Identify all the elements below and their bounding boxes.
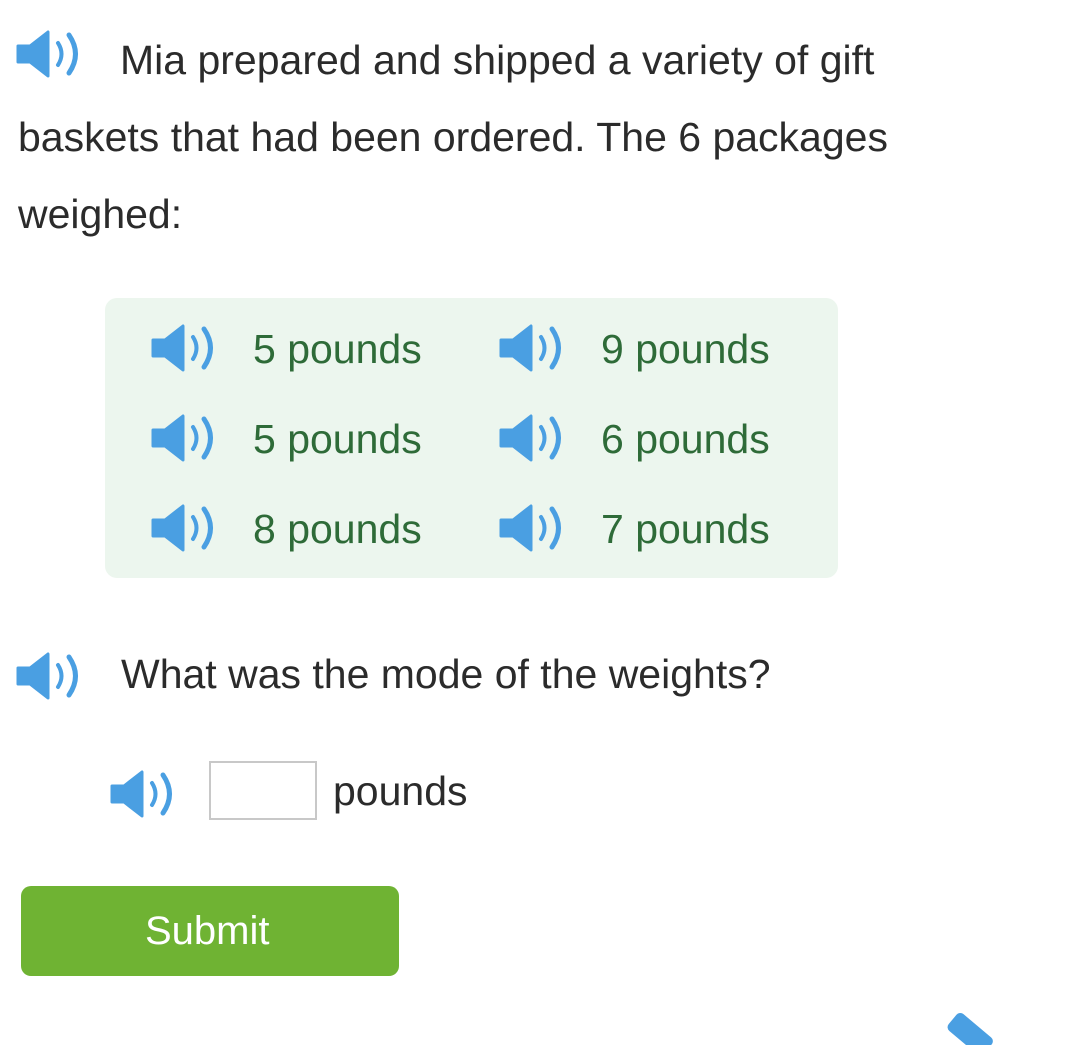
weight-item: 5 pounds — [149, 320, 479, 380]
answer-speaker-icon[interactable] — [108, 770, 180, 818]
weight-speaker-icon[interactable] — [149, 324, 221, 372]
weight-label: 6 pounds — [601, 416, 770, 462]
prompt-speaker-icon[interactable] — [14, 652, 86, 700]
weights-list: 5 pounds 9 pounds 5 pounds 6 pounds 8 po… — [105, 298, 838, 578]
question-text: Mia prepared and shipped a variety of gi… — [18, 22, 1018, 253]
weight-speaker-icon[interactable] — [497, 324, 569, 372]
weight-item: 6 pounds — [497, 410, 827, 470]
weight-speaker-icon[interactable] — [149, 504, 221, 552]
answer-input[interactable] — [209, 761, 317, 820]
weight-label: 9 pounds — [601, 326, 770, 372]
weight-label: 8 pounds — [253, 506, 422, 552]
unit-label: pounds — [333, 768, 468, 814]
submit-button[interactable]: Submit — [21, 886, 399, 976]
weight-label: 5 pounds — [253, 416, 422, 462]
weight-item: 7 pounds — [497, 500, 827, 560]
weight-speaker-icon[interactable] — [497, 414, 569, 462]
weight-speaker-icon[interactable] — [149, 414, 221, 462]
prompt-text: What was the mode of the weights? — [121, 651, 771, 697]
weight-item: 5 pounds — [149, 410, 479, 470]
weight-speaker-icon[interactable] — [497, 504, 569, 552]
weight-item: 8 pounds — [149, 500, 479, 560]
weight-label: 5 pounds — [253, 326, 422, 372]
question-text-content: Mia prepared and shipped a variety of gi… — [18, 37, 888, 237]
weight-label: 7 pounds — [601, 506, 770, 552]
weight-item: 9 pounds — [497, 320, 827, 380]
pencil-icon[interactable] — [932, 1008, 1002, 1045]
